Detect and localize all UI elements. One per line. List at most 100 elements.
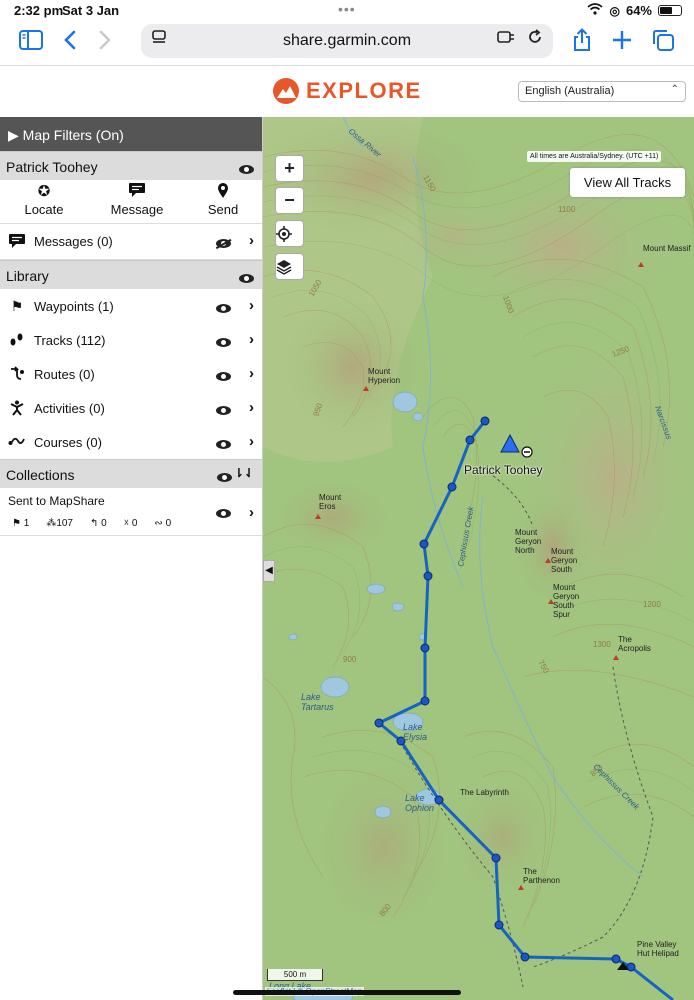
address-bar[interactable]: share.garmin.com — [141, 24, 553, 58]
home-indicator[interactable] — [233, 990, 461, 995]
library-item-waypoints[interactable]: ⚑ Waypoints (1) › — [0, 289, 262, 323]
locate-button[interactable]: ✪ Locate — [22, 182, 66, 217]
flag-icon: ⚑ — [12, 518, 21, 529]
eye-icon[interactable] — [217, 469, 232, 485]
site-header: EXPLORE English (Australia) ⌃ — [0, 67, 694, 117]
lake-label: Lake Tartarus — [301, 692, 334, 712]
select-chevron-icon: ⌃ — [670, 84, 679, 95]
eye-icon[interactable] — [216, 301, 231, 316]
reload-icon[interactable] — [527, 29, 543, 50]
messages-row[interactable]: Messages (0) › — [0, 224, 262, 260]
zoom-out-button[interactable]: − — [275, 187, 304, 214]
sort-icon[interactable]: ⇂⇃ — [234, 466, 254, 480]
collections-title: Collections — [6, 467, 75, 483]
peak-label: Mount Geryon South Spur — [553, 583, 580, 619]
map-filters-toggle[interactable]: ▶ Map Filters (On) — [0, 117, 262, 151]
peak-label: The Acropolis — [618, 635, 651, 653]
footprints-icon: ⁂ — [46, 518, 57, 529]
explore-logo[interactable]: EXPLORE — [273, 78, 422, 104]
message-label: Message — [110, 202, 164, 217]
battery-icon — [658, 5, 682, 16]
collection-routes-count: 0 — [101, 518, 107, 529]
messages-label: Messages (0) — [34, 234, 113, 249]
course-icon: ∾ — [154, 518, 163, 529]
peak-label: Pine Valley Hut Helipad — [637, 940, 679, 958]
footprints-icon — [8, 332, 26, 349]
language-value: English (Australia) — [525, 85, 615, 97]
tabs-overview-icon[interactable] — [648, 28, 678, 58]
eye-icon[interactable] — [216, 437, 231, 452]
chevron-right-icon: › — [249, 297, 254, 314]
library-title: Library — [6, 268, 49, 284]
wifi-icon — [587, 3, 604, 18]
status-time: 2:32 pm — [14, 3, 64, 18]
library-item-courses[interactable]: Courses (0) › — [0, 425, 262, 459]
collection-activities-count: 0 — [131, 518, 138, 529]
view-all-tracks-button[interactable]: View All Tracks — [570, 168, 685, 197]
contour-label: 1100 — [558, 205, 576, 214]
reader-extension-icon[interactable] — [497, 29, 515, 50]
triangle-right-icon: ▶ — [8, 127, 19, 143]
collapse-sidebar-handle[interactable]: ◀ — [263, 560, 275, 582]
new-tab-icon[interactable] — [607, 28, 637, 58]
route-icon: ↰ — [90, 518, 99, 529]
library-item-routes[interactable]: Routes (0) › — [0, 357, 262, 391]
library-header: Library — [0, 260, 262, 289]
locate-me-button[interactable] — [275, 220, 304, 247]
topo-map-base: 1150 1100 1050 1000 1250 1200 1300 950 9… — [263, 117, 694, 1000]
battery-percent: 64% — [625, 3, 652, 18]
language-select[interactable]: English (Australia) ⌃ — [518, 81, 686, 102]
layers-button[interactable] — [275, 253, 304, 280]
eye-icon[interactable] — [216, 335, 231, 350]
sidebar-toggle-icon[interactable] — [16, 28, 46, 58]
logo-text: EXPLORE — [306, 78, 422, 103]
library-item-label: Routes (0) — [34, 367, 95, 382]
eye-icon[interactable] — [216, 403, 231, 418]
activity-icon — [8, 400, 26, 419]
contour-label: 1200 — [643, 600, 661, 609]
chevron-right-icon: › — [249, 232, 254, 249]
battery-fill — [660, 7, 673, 14]
chevron-right-icon: › — [249, 399, 254, 416]
message-button[interactable]: Message — [108, 182, 166, 217]
lake-label: Lake Ophion — [405, 793, 435, 813]
collection-activities: ☓ 0 — [124, 518, 138, 529]
peak-label: The Parthenon — [523, 867, 560, 885]
back-icon[interactable] — [55, 28, 85, 58]
peak-label: Mount Massif — [643, 244, 691, 253]
message-icon — [108, 182, 166, 202]
collection-courses-count: 0 — [165, 518, 172, 529]
library-item-tracks[interactable]: Tracks (112) › — [0, 323, 262, 357]
peak-label: Mount Eros — [319, 493, 342, 511]
peak-label: Mount Geryon South — [551, 547, 578, 574]
person-label[interactable]: Patrick Toohey — [464, 463, 543, 477]
eye-hidden-icon[interactable] — [216, 236, 231, 251]
map-view[interactable]: 1150 1100 1050 1000 1250 1200 1300 950 9… — [263, 117, 694, 1000]
eye-icon[interactable] — [239, 270, 254, 286]
course-icon — [8, 434, 26, 450]
eye-icon[interactable] — [239, 161, 254, 177]
peak-label: Mount Hyperion — [368, 367, 401, 385]
eye-icon[interactable] — [216, 509, 231, 521]
eye-icon[interactable] — [216, 369, 231, 384]
share-icon[interactable] — [567, 28, 597, 58]
lake-label: Lake Elysia — [403, 722, 428, 742]
peak-label: Mount Geryon North — [515, 528, 542, 555]
send-button[interactable]: Send — [204, 182, 242, 217]
library-item-activities[interactable]: Activities (0) › — [0, 391, 262, 425]
collection-item[interactable]: Sent to MapShare ⚑ 1 ⁂107 ↰ 0 ☓ 0 ∾ 0 › — [0, 488, 262, 536]
forward-icon[interactable] — [90, 28, 120, 58]
message-list-icon — [8, 233, 26, 252]
locate-star-icon: ✪ — [37, 183, 51, 200]
locate-label: Locate — [24, 202, 64, 217]
multitasking-dots-icon[interactable]: ••• — [338, 1, 356, 17]
collections-header: Collections ⇂⇃ — [0, 459, 262, 488]
collection-routes: ↰ 0 — [90, 518, 107, 529]
collection-name: Sent to MapShare — [8, 494, 105, 508]
zoom-in-button[interactable]: + — [275, 155, 304, 182]
status-bar: 2:32 pm Sat 3 Jan ••• ◎ 64% — [0, 0, 694, 20]
mountain-logo-icon — [273, 78, 299, 104]
activity-icon: ☓ — [123, 518, 130, 529]
timezone-note: All times are Australia/Sydney. (UTC +11… — [527, 151, 662, 162]
collection-waypoints-count: 1 — [23, 518, 30, 529]
